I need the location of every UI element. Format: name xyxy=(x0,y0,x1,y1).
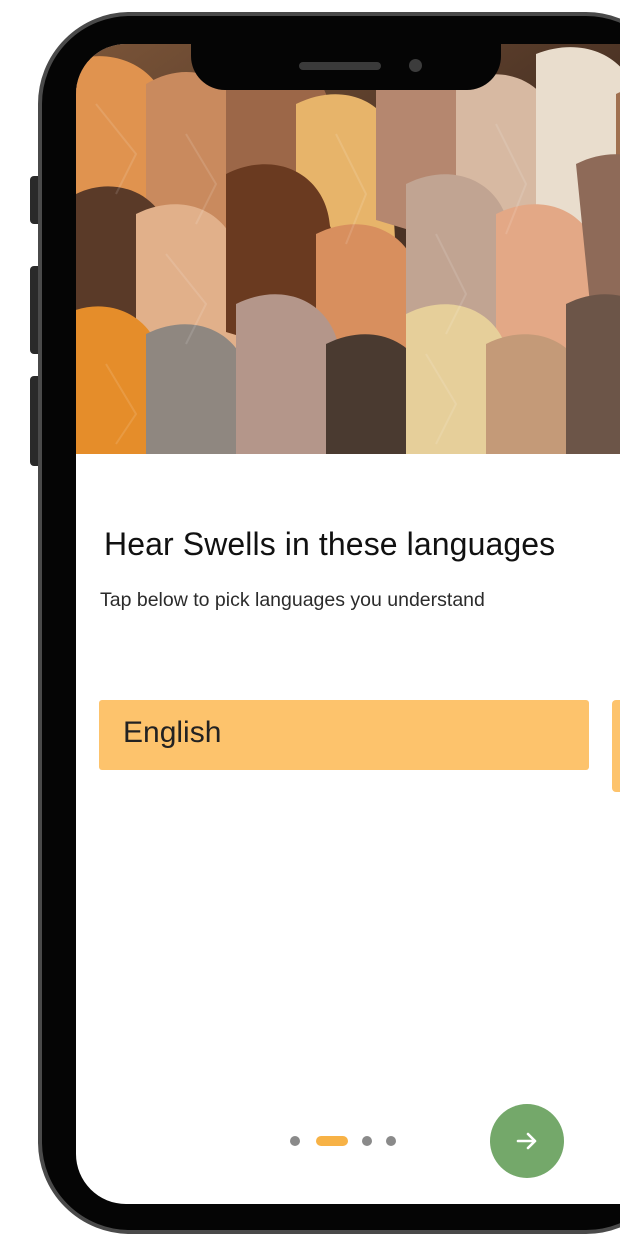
language-option-next-peek[interactable] xyxy=(612,700,620,792)
language-option-english[interactable]: English xyxy=(99,700,589,770)
front-camera xyxy=(409,59,422,72)
page-dot-4 xyxy=(386,1136,396,1146)
mockup-stage: Hear Swells in these languages Tap below… xyxy=(0,0,620,1236)
page-dot-3 xyxy=(362,1136,372,1146)
next-button[interactable] xyxy=(490,1104,564,1178)
language-option-label: English xyxy=(123,716,222,749)
phone-notch xyxy=(191,44,501,90)
arrow-right-icon xyxy=(516,1132,537,1150)
page-subtitle: Tap below to pick languages you understa… xyxy=(100,589,485,611)
app-screen: Hear Swells in these languages Tap below… xyxy=(76,44,620,1204)
paper-faces-illustration xyxy=(76,44,620,454)
page-title: Hear Swells in these languages xyxy=(104,526,556,562)
hero-image-faces xyxy=(76,44,620,454)
page-dot-2-active xyxy=(316,1136,348,1146)
speaker-grille xyxy=(299,62,381,70)
page-dot-1 xyxy=(290,1136,300,1146)
